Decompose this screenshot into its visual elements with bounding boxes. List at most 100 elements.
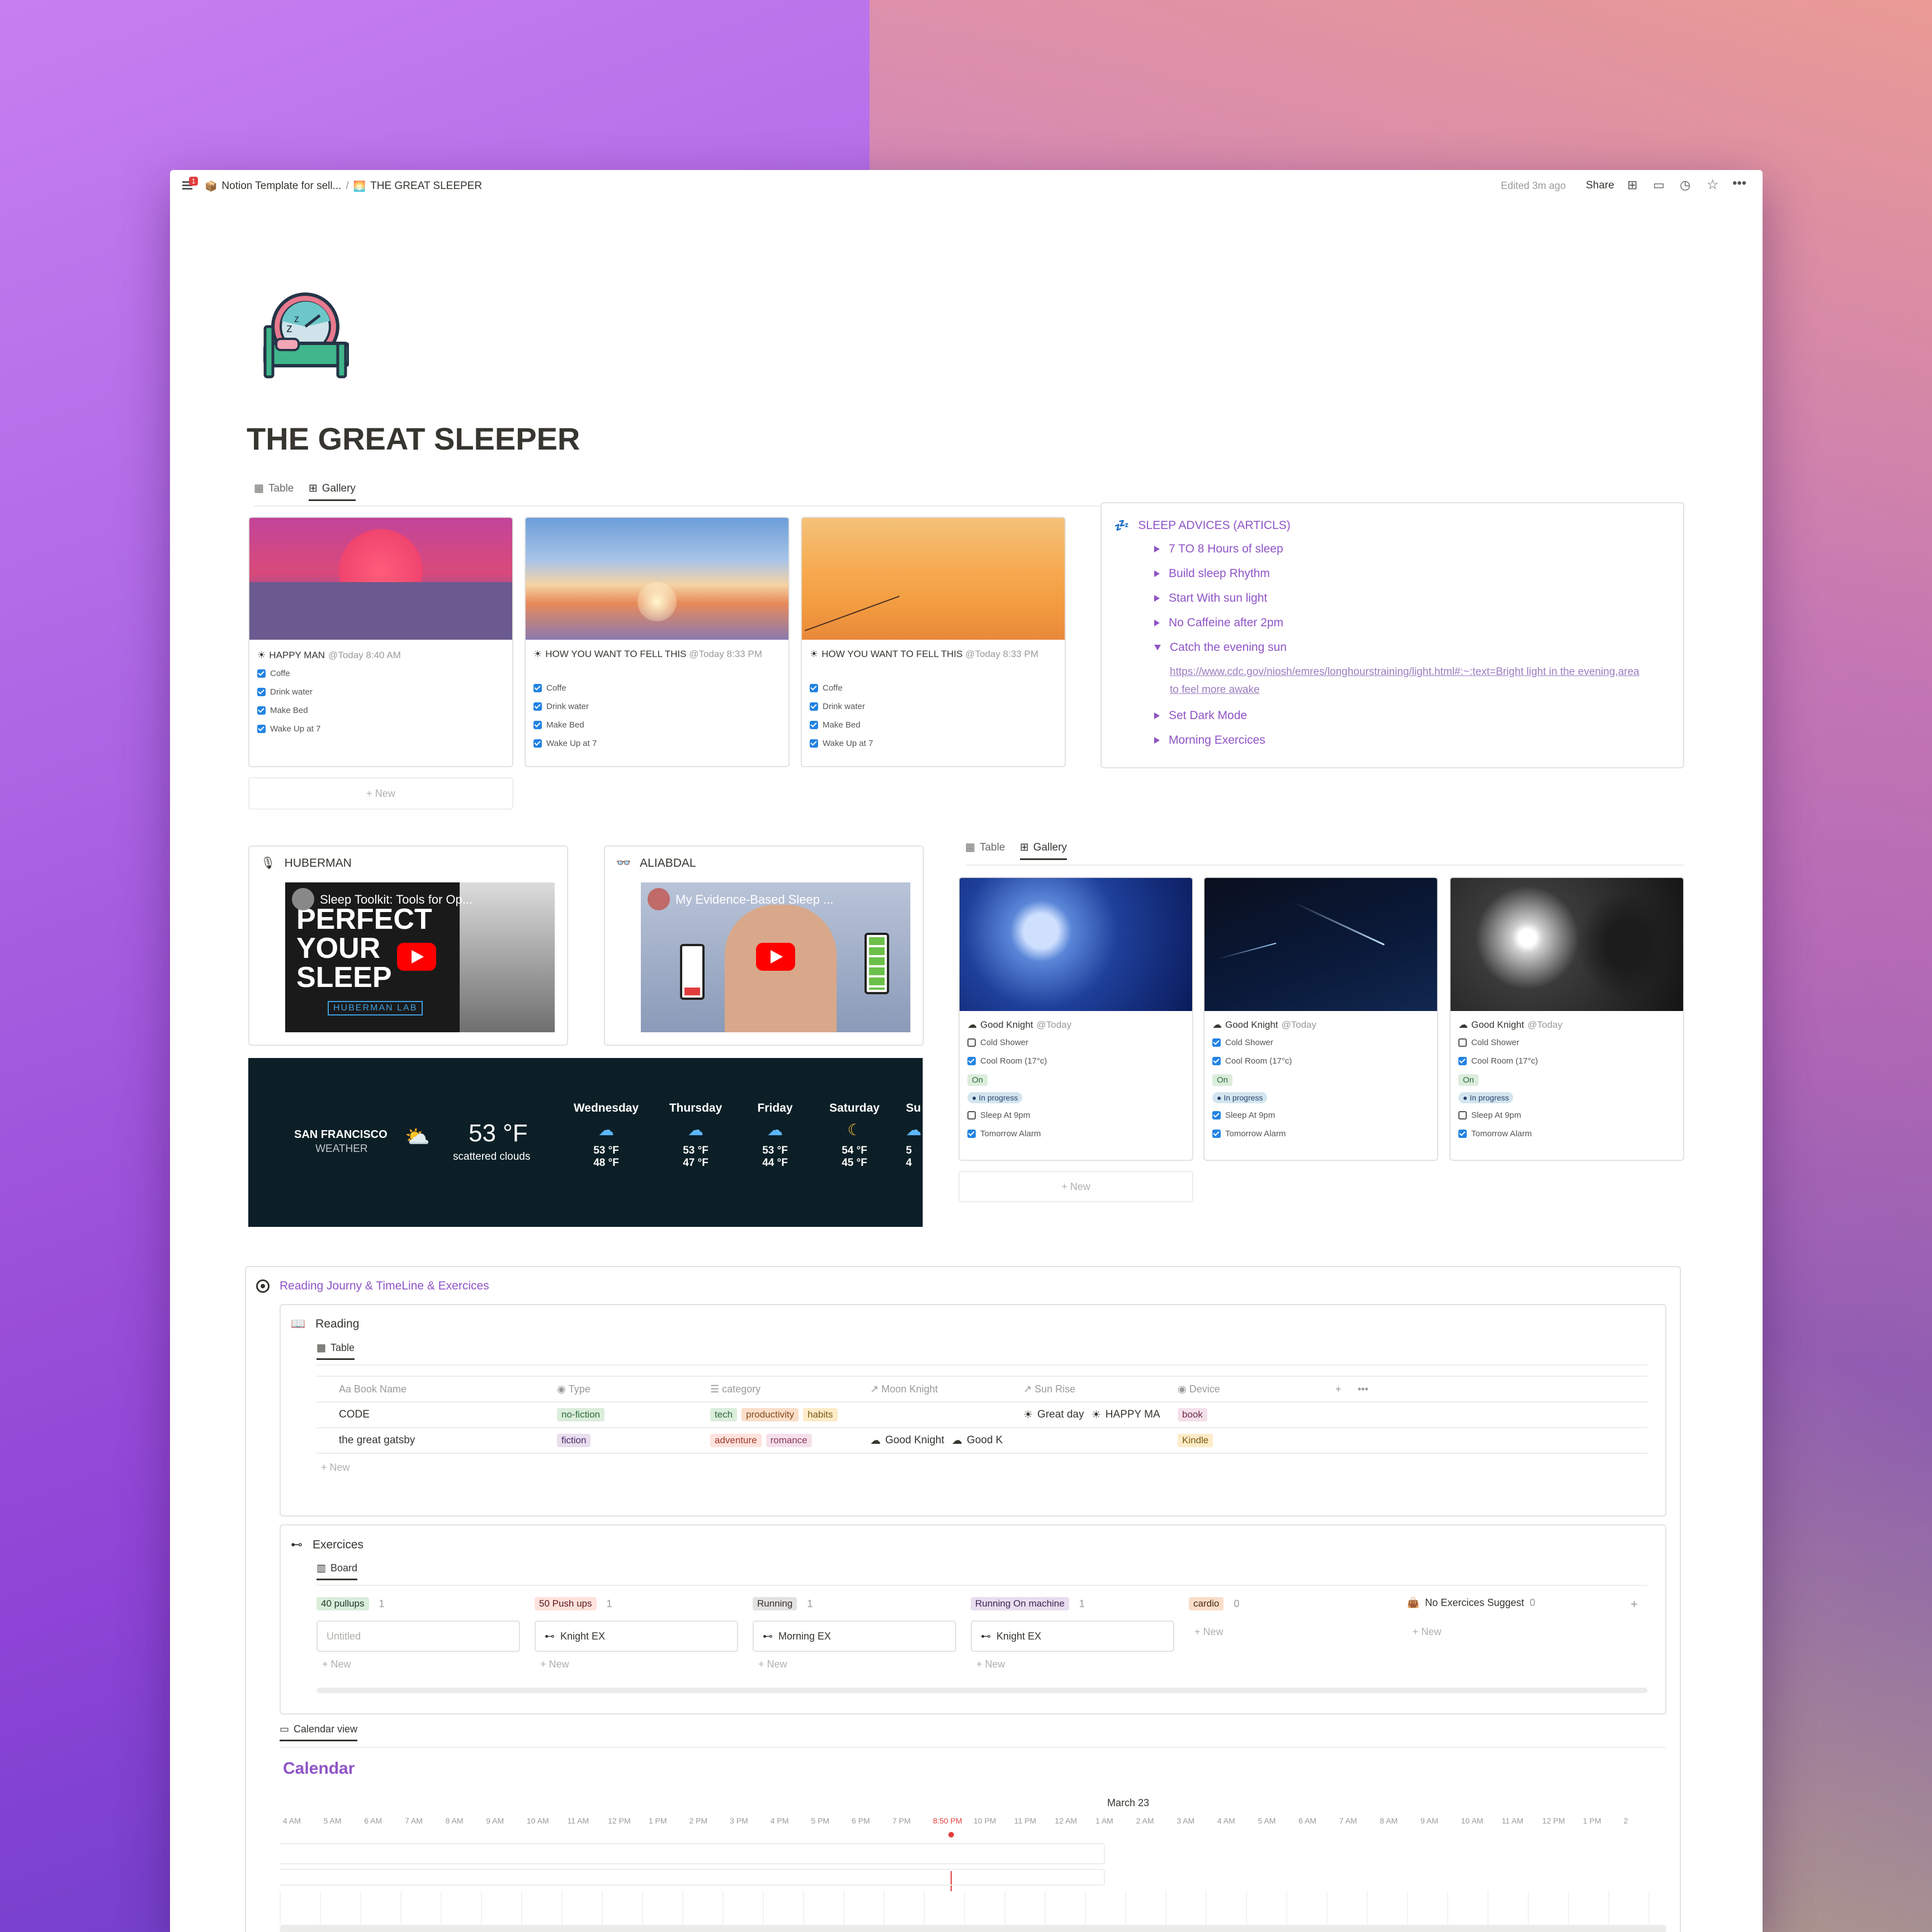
history-icon[interactable]: ◷	[1680, 178, 1690, 192]
more-icon[interactable]: •••	[1732, 176, 1746, 191]
play-button-icon[interactable]	[756, 943, 795, 971]
checkbox[interactable]	[1458, 1130, 1467, 1138]
board-lane-header[interactable]: 40 pullups 1	[317, 1597, 385, 1610]
board-lane-header[interactable]: Running 1	[753, 1597, 813, 1610]
add-column-icon[interactable]: +	[1335, 1377, 1341, 1401]
toggle-item[interactable]: Morning Exercices	[1154, 728, 1671, 753]
gallery-card[interactable]: ☁ Good Knight @Today Cold Shower Cool Room…	[1449, 877, 1684, 1161]
checkbox[interactable]	[257, 725, 266, 733]
checklist-item[interactable]: Tomorrow Alarm	[1458, 1125, 1675, 1143]
timeline-scrollbar[interactable]	[280, 1925, 1666, 1932]
checkbox[interactable]	[810, 702, 818, 711]
youtube-embed[interactable]: My Evidence-Based Sleep ...	[641, 882, 910, 1032]
checkbox[interactable]	[967, 1057, 976, 1065]
checklist-item[interactable]: Coffe	[257, 664, 504, 683]
tab-gallery[interactable]: ⊞ Gallery	[308, 482, 356, 501]
breadcrumb-item-page[interactable]: THE GREAT SLEEPER	[370, 180, 482, 192]
toggle-item[interactable]: Build sleep Rhythm	[1154, 561, 1671, 586]
horizontal-scrollbar[interactable]	[317, 1688, 1647, 1693]
relation-link[interactable]: Great day	[1037, 1409, 1084, 1421]
checkbox[interactable]	[967, 1130, 976, 1138]
checklist-item[interactable]: Make Bed	[533, 716, 781, 734]
relation-link[interactable]: HAPPY MA	[1106, 1409, 1160, 1421]
checklist-item[interactable]: Drink water	[257, 683, 504, 701]
board-new-card[interactable]: + New	[976, 1659, 1005, 1670]
youtube-embed[interactable]: PERFECT YOUR SLEEP HUBERMAN LAB Sleep To…	[285, 882, 555, 1032]
checklist-item[interactable]: Wake Up at 7	[257, 720, 504, 738]
column-header[interactable]: ↗ Sun Rise	[1023, 1377, 1075, 1401]
checklist-item[interactable]: Coffe	[810, 679, 1057, 697]
toggle-arrow-icon[interactable]	[1154, 712, 1160, 719]
relation-link[interactable]: Good K	[967, 1434, 1003, 1447]
more-icon[interactable]: •••	[1358, 1377, 1368, 1401]
share-button[interactable]: Share	[1586, 179, 1614, 192]
timeline-row[interactable]	[280, 1843, 1105, 1864]
toggle-arrow-icon[interactable]	[1154, 737, 1160, 744]
book-name[interactable]: the great gatsby	[339, 1428, 415, 1453]
checkbox[interactable]	[533, 684, 542, 692]
gallery-card[interactable]: ☁ Good Knight @Today Cold Shower Cool Room…	[1203, 877, 1438, 1161]
gallery-card[interactable]: ☀ HAPPY MAN @Today 8:40 AM Coffe Drink wat…	[248, 517, 513, 767]
checklist-item[interactable]: Make Bed	[810, 716, 1057, 734]
checklist-item[interactable]: Cold Shower	[1458, 1033, 1675, 1052]
checklist-item[interactable]: Wake Up at 7	[810, 734, 1057, 753]
gallery-new-button[interactable]: + New	[958, 1171, 1193, 1202]
table-row[interactable]: the great gatsby fiction adventure roman…	[317, 1428, 1647, 1454]
checkbox[interactable]	[967, 1111, 976, 1119]
tab-table[interactable]: ▦ Table	[317, 1342, 355, 1360]
toggle-item[interactable]: 7 TO 8 Hours of sleep	[1154, 537, 1671, 561]
toggle-item[interactable]: No Caffeine after 2pm	[1154, 611, 1671, 635]
column-header[interactable]: ◉ Device	[1178, 1377, 1220, 1401]
checklist-item[interactable]: Sleep At 9pm	[967, 1106, 1184, 1125]
checklist-item[interactable]: Sleep At 9pm	[1458, 1106, 1675, 1125]
toggle-item[interactable]: Start With sun light	[1154, 586, 1671, 611]
toggle-item[interactable]: Set Dark Mode	[1154, 703, 1671, 728]
toggle-arrow-icon[interactable]	[1154, 570, 1160, 577]
checklist-item[interactable]: Drink water	[810, 697, 1057, 716]
checkbox[interactable]	[533, 739, 542, 748]
article-link[interactable]: https://www.cdc.gov/niosh/emres/longhour…	[1154, 663, 1646, 699]
toggle-arrow-icon[interactable]	[1154, 595, 1160, 602]
checklist-item[interactable]: Wake Up at 7	[533, 734, 781, 753]
sidebar-toggle-icon[interactable]: 1	[182, 177, 198, 191]
checkbox[interactable]	[257, 688, 266, 696]
gallery-card[interactable]: ☀ HOW YOU WANT TO FELL THIS @Today 8:33 P…	[525, 517, 790, 767]
column-header[interactable]: ↗ Moon Knight	[870, 1377, 938, 1401]
board-lane-header[interactable]: 50 Push ups 1	[535, 1597, 612, 1610]
breadcrumb-item-template[interactable]: Notion Template for sell...	[221, 180, 341, 192]
board-lane-header[interactable]: 👜 No Exercices Suggest 0	[1407, 1597, 1536, 1609]
checkbox[interactable]	[533, 721, 542, 729]
toggle-item-open[interactable]: Catch the evening sun	[1154, 635, 1671, 660]
toggle-arrow-icon[interactable]	[1154, 546, 1160, 552]
tab-gallery[interactable]: ⊞ Gallery	[1019, 841, 1067, 860]
checklist-item[interactable]: Tomorrow Alarm	[1212, 1125, 1429, 1143]
checkbox[interactable]	[1212, 1111, 1221, 1119]
table-row[interactable]: CODE no-fiction tech productivity habits…	[317, 1402, 1647, 1428]
tab-calendar[interactable]: ▭ Calendar view	[280, 1723, 358, 1741]
checkbox[interactable]	[810, 684, 818, 692]
checkbox[interactable]	[1212, 1130, 1221, 1138]
board-lane-header[interactable]: cardio 0	[1189, 1597, 1239, 1610]
toggle-arrow-icon[interactable]	[1154, 620, 1160, 626]
favorite-star-icon[interactable]: ☆	[1707, 177, 1719, 193]
play-button-icon[interactable]	[397, 943, 436, 971]
checklist-item[interactable]: Tomorrow Alarm	[967, 1125, 1184, 1143]
board-new-card[interactable]: + New	[758, 1659, 787, 1670]
board-new-card[interactable]: + New	[1194, 1626, 1224, 1638]
relation-link[interactable]: Good Knight	[885, 1434, 944, 1447]
checkbox[interactable]	[1458, 1111, 1467, 1119]
board-card[interactable]: ⊷ Morning EX	[753, 1621, 956, 1652]
checklist-item[interactable]: Cool Room (17°c)	[967, 1052, 1184, 1070]
board-card[interactable]: ⊷ Knight EX	[971, 1621, 1174, 1652]
checkbox[interactable]	[967, 1038, 976, 1047]
gallery-card[interactable]: ☁ Good Knight @Today Cold Shower Cool Room…	[958, 877, 1193, 1161]
column-header[interactable]: ◉ Type	[557, 1377, 591, 1401]
tab-board[interactable]: ▥ Board	[317, 1562, 358, 1580]
checklist-item[interactable]: Sleep At 9pm	[1212, 1106, 1429, 1125]
tab-table[interactable]: ▦ Table	[254, 482, 294, 495]
checkbox[interactable]	[257, 669, 266, 678]
timeline-row[interactable]	[280, 1869, 1105, 1886]
comment-icon[interactable]: ▭	[1653, 178, 1665, 192]
board-new-card[interactable]: + New	[322, 1659, 351, 1670]
checkbox[interactable]	[1458, 1057, 1467, 1065]
